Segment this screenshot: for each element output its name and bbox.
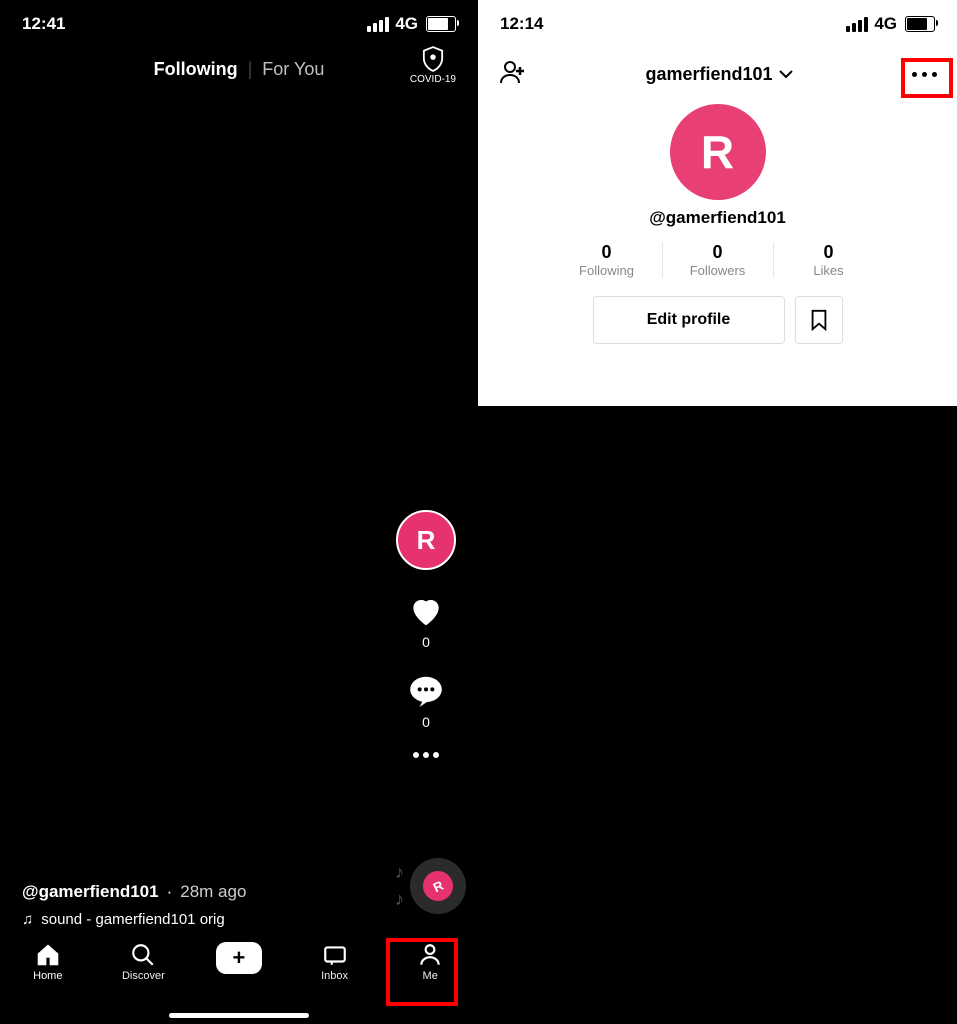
tab-inbox-label: Inbox: [321, 970, 348, 982]
edit-row: Edit profile: [478, 296, 957, 344]
tab-create[interactable]: +: [199, 942, 279, 974]
covid-button[interactable]: COVID-19: [410, 46, 456, 85]
stat-followers[interactable]: 0 Followers: [662, 242, 774, 278]
username-text: gamerfiend101: [645, 64, 772, 85]
sound-text: sound - gamerfiend101 orig: [41, 911, 224, 928]
home-indicator: [169, 1013, 309, 1018]
home-icon: [35, 942, 61, 968]
profile-avatar[interactable]: R: [670, 104, 766, 200]
status-bar: 12:14 4G: [478, 0, 957, 40]
stats-row: 0 Following 0 Followers 0 Likes: [478, 242, 957, 278]
edit-profile-label: Edit profile: [647, 311, 731, 329]
share-button[interactable]: [413, 752, 439, 758]
followers-count: 0: [663, 242, 773, 263]
profile-screen: 12:14 4G gamerfiend101 R @gamerfiend101 …: [478, 0, 957, 406]
music-note-icon: ♫: [22, 911, 33, 928]
like-count: 0: [422, 634, 430, 650]
status-bar: 12:41 4G: [0, 0, 478, 40]
caption-time: 28m ago: [180, 882, 246, 902]
caption-user[interactable]: @gamerfiend101: [22, 882, 159, 902]
followers-label: Followers: [663, 263, 773, 278]
network-label: 4G: [874, 14, 897, 34]
plus-icon: +: [216, 942, 262, 974]
tab-separator: |: [248, 59, 253, 80]
chevron-down-icon: [779, 69, 793, 79]
highlight-more-button: [901, 58, 953, 98]
inbox-icon: [322, 942, 348, 968]
heart-icon: [407, 592, 445, 630]
username-dropdown[interactable]: gamerfiend101: [645, 64, 792, 85]
profile-handle: @gamerfiend101: [478, 208, 957, 228]
edit-profile-button[interactable]: Edit profile: [593, 296, 785, 344]
likes-label: Likes: [774, 263, 884, 278]
bookmark-icon: [809, 309, 829, 331]
bookmarks-button[interactable]: [795, 296, 843, 344]
status-right: 4G: [367, 14, 456, 34]
clock: 12:14: [500, 14, 543, 34]
disc-letter: R: [431, 877, 446, 895]
action-rail: R 0 0: [396, 510, 456, 758]
following-label: Following: [552, 263, 662, 278]
avatar-letter: R: [417, 525, 436, 556]
stat-following[interactable]: 0 Following: [552, 242, 662, 278]
comment-count: 0: [422, 714, 430, 730]
feed-topbar: Following | For You COVID-19: [0, 40, 478, 98]
tab-inbox[interactable]: Inbox: [295, 942, 375, 982]
tab-discover[interactable]: Discover: [103, 942, 183, 982]
tab-discover-label: Discover: [122, 970, 165, 982]
tab-home[interactable]: Home: [8, 942, 88, 982]
sound-disc-area: ♪♪ R: [395, 858, 466, 914]
shield-icon: [422, 46, 444, 72]
clock: 12:41: [22, 14, 65, 34]
status-right: 4G: [846, 14, 935, 34]
search-icon: [130, 942, 156, 968]
signal-icon: [846, 17, 868, 32]
following-count: 0: [552, 242, 662, 263]
profile-header: gamerfiend101: [478, 40, 957, 98]
add-friends-button[interactable]: [498, 58, 526, 91]
like-button[interactable]: 0: [407, 592, 445, 650]
stat-likes[interactable]: 0 Likes: [774, 242, 884, 278]
feed-screen: 12:41 4G Following | For You COVID-19 R: [0, 0, 478, 1024]
highlight-me-tab: [386, 938, 458, 1006]
floating-notes-icon: ♪♪: [395, 862, 404, 910]
sound-disc[interactable]: R: [410, 858, 466, 914]
video-caption: @gamerfiend101 · 28m ago: [22, 882, 246, 902]
battery-icon: [905, 16, 935, 32]
comment-button[interactable]: 0: [407, 672, 445, 730]
sound-row[interactable]: ♫ sound - gamerfiend101 orig: [22, 911, 225, 928]
tab-foryou[interactable]: For You: [262, 59, 324, 80]
signal-icon: [367, 17, 389, 32]
author-avatar[interactable]: R: [396, 510, 456, 570]
network-label: 4G: [395, 14, 418, 34]
covid-label: COVID-19: [410, 74, 456, 85]
tab-home-label: Home: [33, 970, 62, 982]
add-person-icon: [498, 58, 526, 86]
battery-icon: [426, 16, 456, 32]
tab-following[interactable]: Following: [154, 59, 238, 80]
avatar-letter: R: [701, 125, 734, 179]
likes-count: 0: [774, 242, 884, 263]
comment-icon: [407, 672, 445, 710]
